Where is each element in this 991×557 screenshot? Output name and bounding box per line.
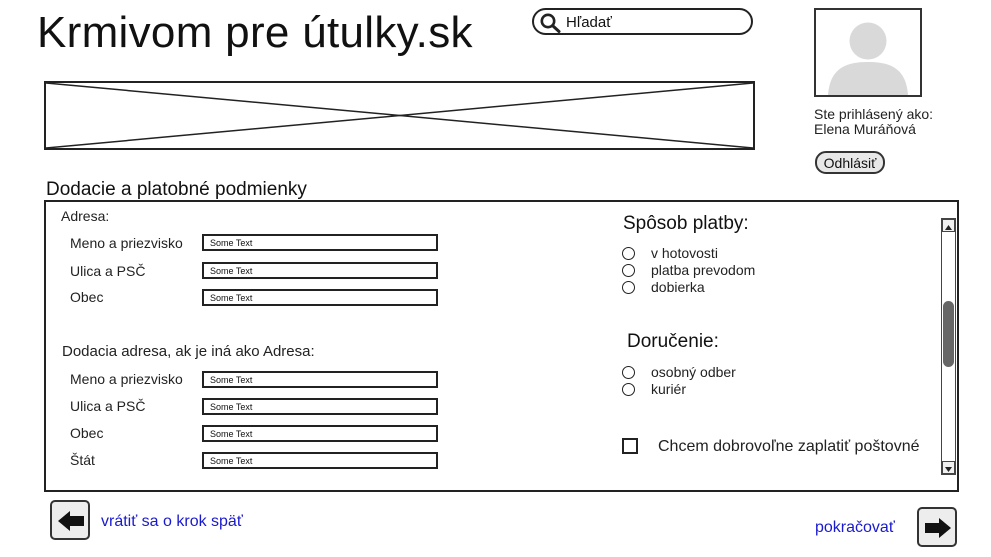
payment-cash-label: v hotovosti [651, 245, 718, 261]
delivery-street-label: Ulica a PSČ [70, 398, 146, 414]
back-link[interactable]: vrátiť sa o krok späť [101, 513, 243, 531]
delivery-address-heading: Dodacia adresa, ak je iná ako Adresa: [62, 343, 315, 360]
shipping-pickup-radio[interactable] [622, 366, 635, 379]
payment-transfer-radio[interactable] [622, 264, 635, 277]
logged-in-label: Ste prihlásený ako: [814, 106, 934, 122]
address-name-field[interactable] [202, 234, 438, 251]
payment-cash-radio[interactable] [622, 247, 635, 260]
shipping-courier-radio[interactable] [622, 383, 635, 396]
site-title: Krmivom pre útulky.sk [37, 8, 473, 57]
section-title: Dodacie a platobné podmienky [46, 179, 307, 200]
address-street-label: Ulica a PSČ [70, 263, 146, 279]
voluntary-postage-label: Chcem dobrovoľne zaplatiť poštovné [658, 438, 920, 455]
user-name: Elena Muráňová [814, 121, 916, 137]
address-city-field[interactable] [202, 289, 438, 306]
address-name-label: Meno a priezvisko [70, 235, 183, 251]
payment-heading: Spôsob platby: [623, 213, 749, 234]
scroll-up-icon [945, 225, 952, 230]
shipping-heading: Doručenie: [627, 331, 719, 352]
scroll-down-button[interactable] [942, 461, 955, 474]
shipping-courier-label: kuriér [651, 381, 687, 397]
delivery-name-field[interactable] [202, 371, 438, 388]
delivery-street-field[interactable] [202, 398, 438, 415]
banner-image-placeholder [44, 81, 755, 150]
address-heading: Adresa: [61, 208, 110, 224]
back-button[interactable] [50, 500, 90, 540]
user-avatar [814, 8, 922, 97]
scroll-thumb[interactable] [943, 301, 954, 367]
arrow-right-icon [925, 518, 951, 538]
payment-cod-label: dobierka [651, 279, 705, 295]
voluntary-postage-checkbox[interactable] [622, 438, 638, 454]
delivery-country-label: Štát [70, 452, 95, 468]
payment-transfer-label: platba prevodom [651, 262, 756, 278]
search-box[interactable] [532, 8, 753, 35]
address-street-field[interactable] [202, 262, 438, 279]
delivery-city-field[interactable] [202, 425, 438, 442]
delivery-city-label: Obec [70, 425, 104, 441]
logout-button[interactable]: Odhlásiť [815, 151, 885, 174]
delivery-name-label: Meno a priezvisko [70, 371, 183, 387]
payment-cod-radio[interactable] [622, 281, 635, 294]
search-icon [540, 13, 561, 33]
scroll-up-button[interactable] [942, 219, 955, 232]
shipping-pickup-label: osobný odber [651, 364, 736, 380]
user-avatar-icon [828, 22, 908, 95]
continue-link[interactable]: pokračovať [815, 519, 895, 537]
login-status: Ste prihlásený ako: Elena Muráňová [814, 107, 933, 137]
arrow-left-icon [58, 511, 84, 531]
panel-scrollbar[interactable] [941, 218, 956, 475]
search-input[interactable] [566, 13, 746, 31]
continue-button[interactable] [917, 507, 957, 547]
address-city-label: Obec [70, 289, 104, 305]
scroll-down-icon [945, 467, 952, 472]
delivery-country-field[interactable] [202, 452, 438, 469]
